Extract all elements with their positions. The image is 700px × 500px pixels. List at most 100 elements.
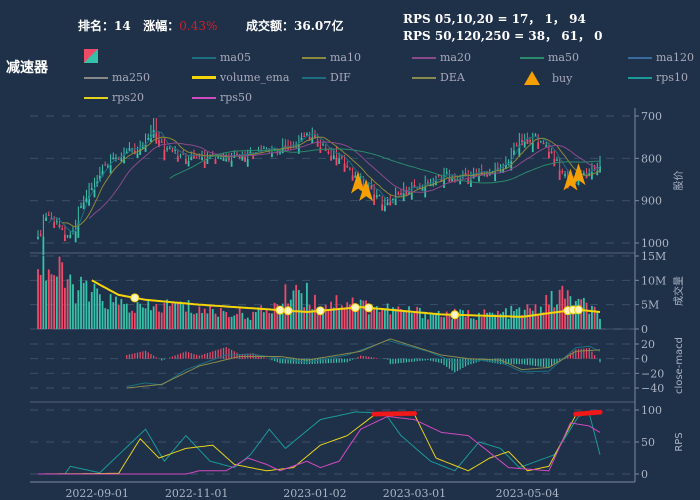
macd-histogram-bar xyxy=(585,348,588,359)
volume-bar xyxy=(184,311,187,329)
candle xyxy=(222,158,225,161)
macd-histogram-bar xyxy=(556,358,558,363)
candle xyxy=(319,147,322,153)
candle xyxy=(424,187,427,198)
volume-bar xyxy=(330,301,333,329)
candle xyxy=(531,142,534,153)
candle xyxy=(90,188,93,191)
volume-bar xyxy=(80,276,82,329)
volume-ema-line xyxy=(91,279,601,318)
rps-tick-label: 0 xyxy=(641,468,648,481)
volume-bar xyxy=(236,313,238,329)
candle xyxy=(335,157,338,166)
macd-histogram-bar xyxy=(292,358,295,364)
macd-histogram-bar xyxy=(150,354,152,359)
volume-bar xyxy=(480,317,483,329)
volume-highlight-dot xyxy=(315,306,325,316)
volume-bar xyxy=(198,306,201,329)
candle xyxy=(561,171,564,173)
macd-axis-label: close-macd xyxy=(674,337,685,394)
macd-histogram-bar xyxy=(357,356,359,359)
macd-histogram-bar xyxy=(403,358,405,363)
macd-histogram-bar xyxy=(139,351,141,359)
volume-bar xyxy=(90,292,93,329)
volume-bar xyxy=(596,311,599,329)
volume-bar xyxy=(327,309,330,329)
macd-histogram-bar xyxy=(591,351,593,359)
macd-histogram-bar xyxy=(134,353,136,359)
volume-bar xyxy=(141,307,144,329)
macd-histogram-bar xyxy=(171,356,174,359)
volume-bar xyxy=(416,306,419,329)
candle xyxy=(550,151,553,154)
volume-axis-label: 成交量 xyxy=(672,276,685,306)
candle xyxy=(246,159,249,167)
candle xyxy=(262,147,265,149)
volume-bar xyxy=(588,313,591,329)
volume-bar xyxy=(238,306,241,329)
macd-histogram-bar xyxy=(169,357,171,359)
macd-histogram-bar xyxy=(349,358,351,361)
volume-bar xyxy=(515,309,518,329)
volume-bar xyxy=(74,303,77,329)
volume-bar xyxy=(410,313,413,329)
volume-bar xyxy=(222,310,225,329)
macd-histogram-bar xyxy=(198,355,200,359)
macd-histogram-bar xyxy=(521,358,523,365)
volume-bar xyxy=(550,290,553,329)
volume-bar xyxy=(115,296,117,329)
candle xyxy=(330,156,333,161)
macd-histogram-bar xyxy=(147,352,149,359)
volume-bar xyxy=(400,308,402,329)
candle xyxy=(529,140,531,142)
candle xyxy=(327,151,330,154)
candle xyxy=(61,228,64,231)
volume-bar xyxy=(370,311,373,329)
macd-histogram-bar xyxy=(126,355,128,359)
candle xyxy=(120,157,123,162)
candle xyxy=(534,134,537,136)
volume-bar xyxy=(534,304,537,329)
volume-bar xyxy=(211,309,214,329)
candle xyxy=(163,149,166,161)
volume-bar xyxy=(85,280,88,329)
macd-histogram-bar xyxy=(537,358,539,367)
volume-bar xyxy=(252,311,255,329)
x-tick-label: 2022-09-01 xyxy=(65,487,128,500)
candle xyxy=(322,144,324,146)
macd-histogram-bar xyxy=(373,357,375,359)
candle xyxy=(548,151,550,159)
volume-bar xyxy=(241,312,244,329)
macd-histogram-bar xyxy=(443,358,445,366)
volume-bar xyxy=(265,310,268,329)
macd-histogram-bar xyxy=(231,349,233,359)
volume-bar xyxy=(107,309,109,329)
macd-histogram-bar xyxy=(395,358,397,364)
volume-bar xyxy=(297,290,300,329)
candle xyxy=(63,234,66,242)
macd-histogram-bar xyxy=(317,358,319,364)
macd-histogram-bar xyxy=(540,358,542,367)
macd-tick-label: 0 xyxy=(641,353,648,366)
candle xyxy=(39,234,42,236)
candle xyxy=(104,164,107,166)
macd-histogram-bar xyxy=(268,358,270,360)
macd-tick-label: −40 xyxy=(641,382,664,395)
volume-bar xyxy=(413,313,416,329)
macd-histogram-bar xyxy=(236,352,238,359)
volume-bar xyxy=(448,313,451,329)
volume-bar xyxy=(408,306,410,329)
rps20-line xyxy=(38,412,601,475)
volume-bar xyxy=(257,307,260,329)
volume-tick-label: 0 xyxy=(641,323,648,336)
volume-bar xyxy=(139,303,142,329)
macd-histogram-bar xyxy=(131,353,133,359)
macd-histogram-bar xyxy=(532,358,534,366)
volume-bar xyxy=(45,280,47,329)
volume-bar xyxy=(249,319,252,329)
candle xyxy=(591,172,593,180)
candle xyxy=(69,234,72,239)
volume-bar xyxy=(136,302,139,329)
volume-bar xyxy=(230,316,233,329)
volume-bar xyxy=(405,310,408,329)
